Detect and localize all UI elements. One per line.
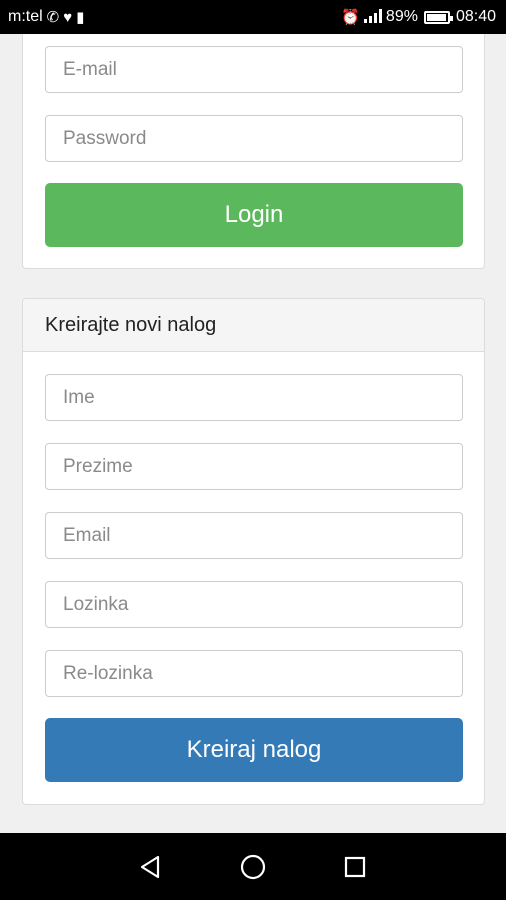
password-input[interactable]	[45, 115, 463, 162]
recents-icon[interactable]	[335, 847, 375, 887]
home-icon[interactable]	[233, 847, 273, 887]
status-bar-right: ⏰ 89% 08:40	[341, 8, 496, 26]
register-heading: Kreirajte novi nalog	[23, 299, 484, 352]
clock: 08:40	[455, 8, 496, 25]
battery-percent: 89%	[385, 8, 418, 25]
heart-icon: ♥	[63, 8, 73, 26]
navigation-bar	[0, 833, 506, 900]
email-input[interactable]	[45, 46, 463, 93]
create-account-button[interactable]: Kreiraj nalog	[45, 718, 463, 782]
register-repassword-input[interactable]	[45, 650, 463, 697]
login-panel: Login	[22, 34, 485, 269]
register-panel: Kreirajte novi nalog Kreiraj nalog	[22, 298, 485, 805]
battery-icon	[423, 10, 453, 24]
carrier-name: m:tel	[8, 8, 43, 25]
back-icon[interactable]	[131, 847, 171, 887]
login-button[interactable]: Login	[45, 183, 463, 247]
first-name-input[interactable]	[45, 374, 463, 421]
last-name-input[interactable]	[45, 443, 463, 490]
signal-icon	[363, 8, 382, 26]
register-email-input[interactable]	[45, 512, 463, 559]
status-bar: m:tel ✆ ♥ ▮ ⏰ 89% 08:40	[0, 0, 506, 34]
alarm-icon: ⏰	[341, 8, 360, 26]
page-content: Login Kreirajte novi nalog Kreiraj nalog	[0, 34, 506, 833]
status-bar-left: m:tel ✆ ♥ ▮	[8, 8, 84, 26]
notification-icon: ▮	[76, 8, 85, 26]
register-password-input[interactable]	[45, 581, 463, 628]
phone-icon: ✆	[46, 8, 60, 26]
